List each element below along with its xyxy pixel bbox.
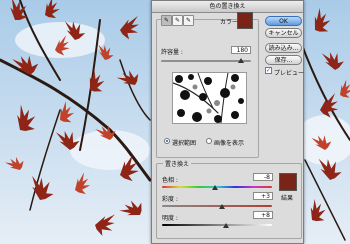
eyedropper-icon[interactable]: ✎ <box>161 15 172 26</box>
cancel-button[interactable]: キャンセル <box>265 28 302 38</box>
hue-slider-thumb[interactable] <box>212 185 218 190</box>
hue-input[interactable]: -8 <box>253 173 273 181</box>
ok-button[interactable]: OK <box>265 16 302 26</box>
replacement-group-title: 置き換え <box>163 159 192 168</box>
preview-checkbox-label: プレビュー <box>274 70 305 77</box>
dialog-title: 色の置き換え <box>152 1 303 13</box>
result-label: 結果 <box>281 195 294 202</box>
preview-mask-image <box>173 73 246 123</box>
image-radio-label: 画像を表示 <box>214 140 245 147</box>
load-button[interactable]: 読み込み... <box>265 43 302 53</box>
checkmark-icon: ✓ <box>266 67 272 74</box>
eyedropper-minus-icon[interactable]: ✎ <box>183 15 194 26</box>
tolerance-input[interactable]: 180 <box>231 46 251 54</box>
saturation-slider-track[interactable] <box>162 205 272 207</box>
saturation-label: 彩度 : <box>162 196 178 203</box>
selection-preview <box>172 72 247 124</box>
lightness-label: 明度 : <box>162 215 178 222</box>
tolerance-label: 許容量 : <box>161 49 183 56</box>
lightness-slider-thumb[interactable] <box>223 223 229 228</box>
selection-radio[interactable] <box>164 138 170 144</box>
eyedropper-plus-icon[interactable]: ✎ <box>172 15 183 26</box>
result-color-swatch[interactable] <box>279 173 297 191</box>
saturation-slider-thumb[interactable] <box>219 204 225 209</box>
lightness-input[interactable]: +8 <box>253 211 273 219</box>
tolerance-slider-thumb[interactable] <box>238 58 244 63</box>
saturation-input[interactable]: +3 <box>253 192 273 200</box>
hue-label: 色相 : <box>162 177 178 184</box>
preview-checkbox[interactable]: ✓ <box>265 67 272 74</box>
selection-color-swatch[interactable] <box>237 12 253 29</box>
save-button[interactable]: 保存... <box>265 55 302 65</box>
selection-radio-label: 選択範囲 <box>172 140 197 147</box>
lightness-slider-track[interactable] <box>162 224 272 226</box>
image-radio[interactable] <box>206 138 212 144</box>
